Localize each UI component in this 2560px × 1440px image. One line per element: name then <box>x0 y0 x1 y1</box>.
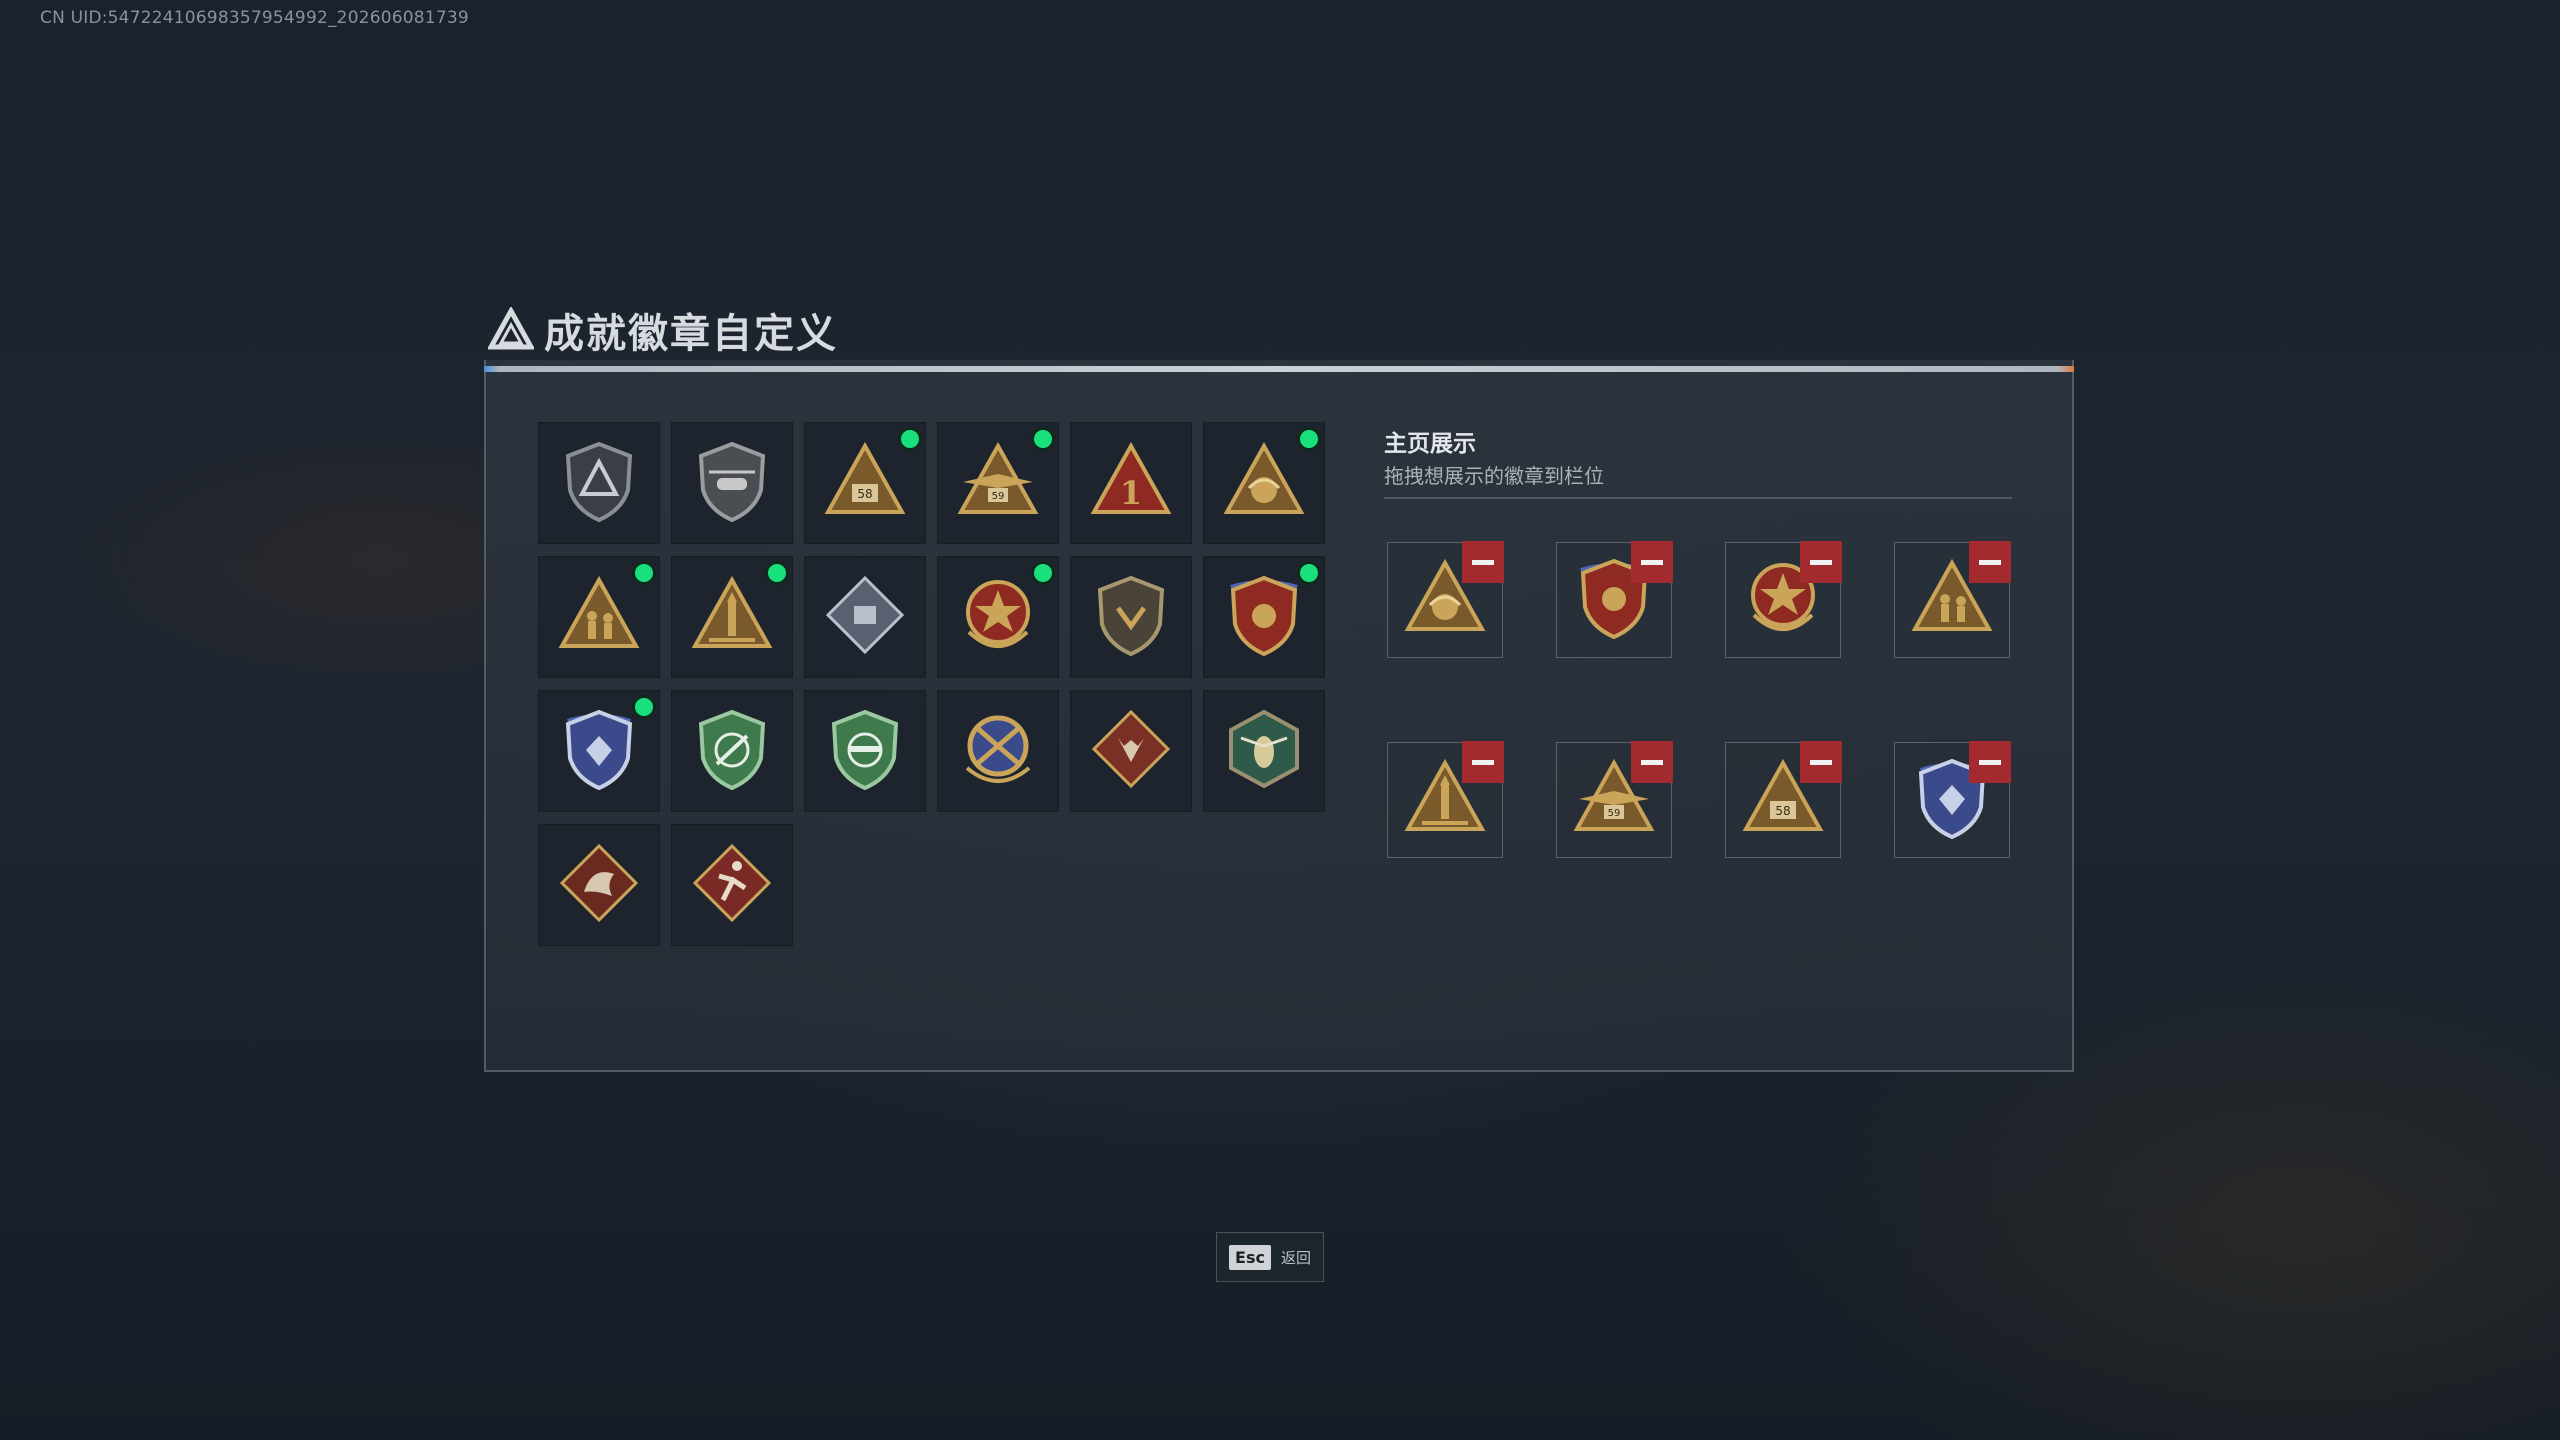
badge-cell[interactable] <box>1203 690 1325 812</box>
svg-text:59: 59 <box>992 491 1005 502</box>
new-indicator-dot <box>768 564 786 582</box>
triangle-helmet-icon <box>1221 438 1307 528</box>
remove-badge-button[interactable] <box>1631 541 1673 583</box>
svg-text:1: 1 <box>1120 474 1142 512</box>
badge-cell[interactable] <box>804 556 926 678</box>
minus-icon <box>1979 759 2001 765</box>
badge-cell[interactable]: 58 <box>804 422 926 544</box>
blue-stars-shield-icon <box>556 706 642 796</box>
showcase-slot[interactable]: 58 <box>1725 741 1842 858</box>
green-crosshair-rifle-icon <box>822 706 908 796</box>
new-indicator-dot <box>901 430 919 448</box>
badge-cell[interactable] <box>1070 556 1192 678</box>
showcase-slot[interactable] <box>1725 541 1842 658</box>
new-indicator-dot <box>635 564 653 582</box>
minus-icon <box>1810 759 1832 765</box>
badge-cell[interactable] <box>937 556 1059 678</box>
uid-label: CN UID:5472241069835795499​2_20260608173… <box>40 8 469 28</box>
showcase-slot[interactable] <box>1894 741 2011 858</box>
badge-cell[interactable] <box>538 690 660 812</box>
svg-text:59: 59 <box>1608 808 1621 819</box>
new-indicator-dot <box>1300 430 1318 448</box>
stars-shield-medal-icon <box>1221 572 1307 662</box>
shield-eagle-icon <box>1088 572 1174 662</box>
minus-icon <box>1472 759 1494 765</box>
triangle-soldiers-icon <box>556 572 642 662</box>
minus-icon <box>1810 559 1832 565</box>
remove-badge-button[interactable] <box>1969 741 2011 783</box>
triangle-58-icon: 58 <box>822 438 908 528</box>
triangle-shield-icon <box>556 438 642 528</box>
badge-cell[interactable] <box>1203 556 1325 678</box>
badge-cell[interactable] <box>671 824 793 946</box>
gold-laurel-swords-icon <box>955 706 1041 796</box>
badge-cell[interactable] <box>1203 422 1325 544</box>
esc-key-icon: Esc <box>1229 1244 1271 1270</box>
svg-text:58: 58 <box>857 487 872 501</box>
diamond-runner-icon <box>689 840 775 930</box>
badge-cell[interactable] <box>538 422 660 544</box>
remove-badge-button[interactable] <box>1800 541 1842 583</box>
badge-cell[interactable] <box>671 690 793 812</box>
badge-cell[interactable] <box>937 690 1059 812</box>
new-indicator-dot <box>1300 564 1318 582</box>
svg-text:58: 58 <box>1775 804 1790 818</box>
badge-cell[interactable] <box>804 690 926 812</box>
showcase-slot[interactable] <box>1556 541 1673 658</box>
badge-cell[interactable]: 59 <box>937 422 1059 544</box>
triangle-59-winged-icon: 59 <box>955 438 1041 528</box>
showcase-title: 主页展示 <box>1384 431 1476 457</box>
showcase-slot[interactable] <box>1387 541 1504 658</box>
badge-cell[interactable] <box>671 422 793 544</box>
delta-logo-icon <box>486 305 536 355</box>
badge-grid: 58 59 1 <box>538 422 1328 946</box>
minus-icon <box>1979 559 2001 565</box>
star-medal-icon <box>955 572 1041 662</box>
diamond-dragon-icon <box>556 840 642 930</box>
helicopter-shield-icon <box>689 438 775 528</box>
remove-badge-button[interactable] <box>1800 741 1842 783</box>
showcase-slot[interactable]: 59 <box>1556 741 1673 858</box>
green-crosshair-knife-icon <box>689 706 775 796</box>
badge-cell[interactable] <box>538 824 660 946</box>
new-indicator-dot <box>1034 564 1052 582</box>
showcase-subtitle: 拖拽想展示的徽章到栏位 <box>1384 464 1604 488</box>
showcase-slots: 59 58 <box>1387 541 2011 858</box>
badge-cell[interactable] <box>671 556 793 678</box>
badge-cell[interactable] <box>1070 690 1192 812</box>
diamond-wolf-icon <box>1088 706 1174 796</box>
minus-icon <box>1641 559 1663 565</box>
badge-cell[interactable]: 1 <box>1070 422 1192 544</box>
showcase-divider <box>1384 497 2012 499</box>
page-title: 成就徽章自定义 <box>544 311 838 357</box>
back-button[interactable]: Esc 返回 <box>1216 1232 1324 1282</box>
remove-badge-button[interactable] <box>1462 741 1504 783</box>
triangle-rocket-icon <box>689 572 775 662</box>
hexagon-wasp-icon <box>1221 706 1307 796</box>
new-indicator-dot <box>1034 430 1052 448</box>
remove-badge-button[interactable] <box>1631 741 1673 783</box>
diamond-silver-icon <box>822 572 908 662</box>
page-header: 成就徽章自定义 <box>486 300 838 360</box>
new-indicator-dot <box>635 698 653 716</box>
minus-icon <box>1641 759 1663 765</box>
back-label: 返回 <box>1280 1248 1311 1267</box>
showcase-slot[interactable] <box>1387 741 1504 858</box>
showcase-slot[interactable] <box>1894 541 2011 658</box>
badge-cell[interactable] <box>538 556 660 678</box>
minus-icon <box>1472 559 1494 565</box>
remove-badge-button[interactable] <box>1462 541 1504 583</box>
panel-top-divider <box>484 366 2074 372</box>
triangle-number-1-icon: 1 <box>1088 438 1174 528</box>
remove-badge-button[interactable] <box>1969 541 2011 583</box>
